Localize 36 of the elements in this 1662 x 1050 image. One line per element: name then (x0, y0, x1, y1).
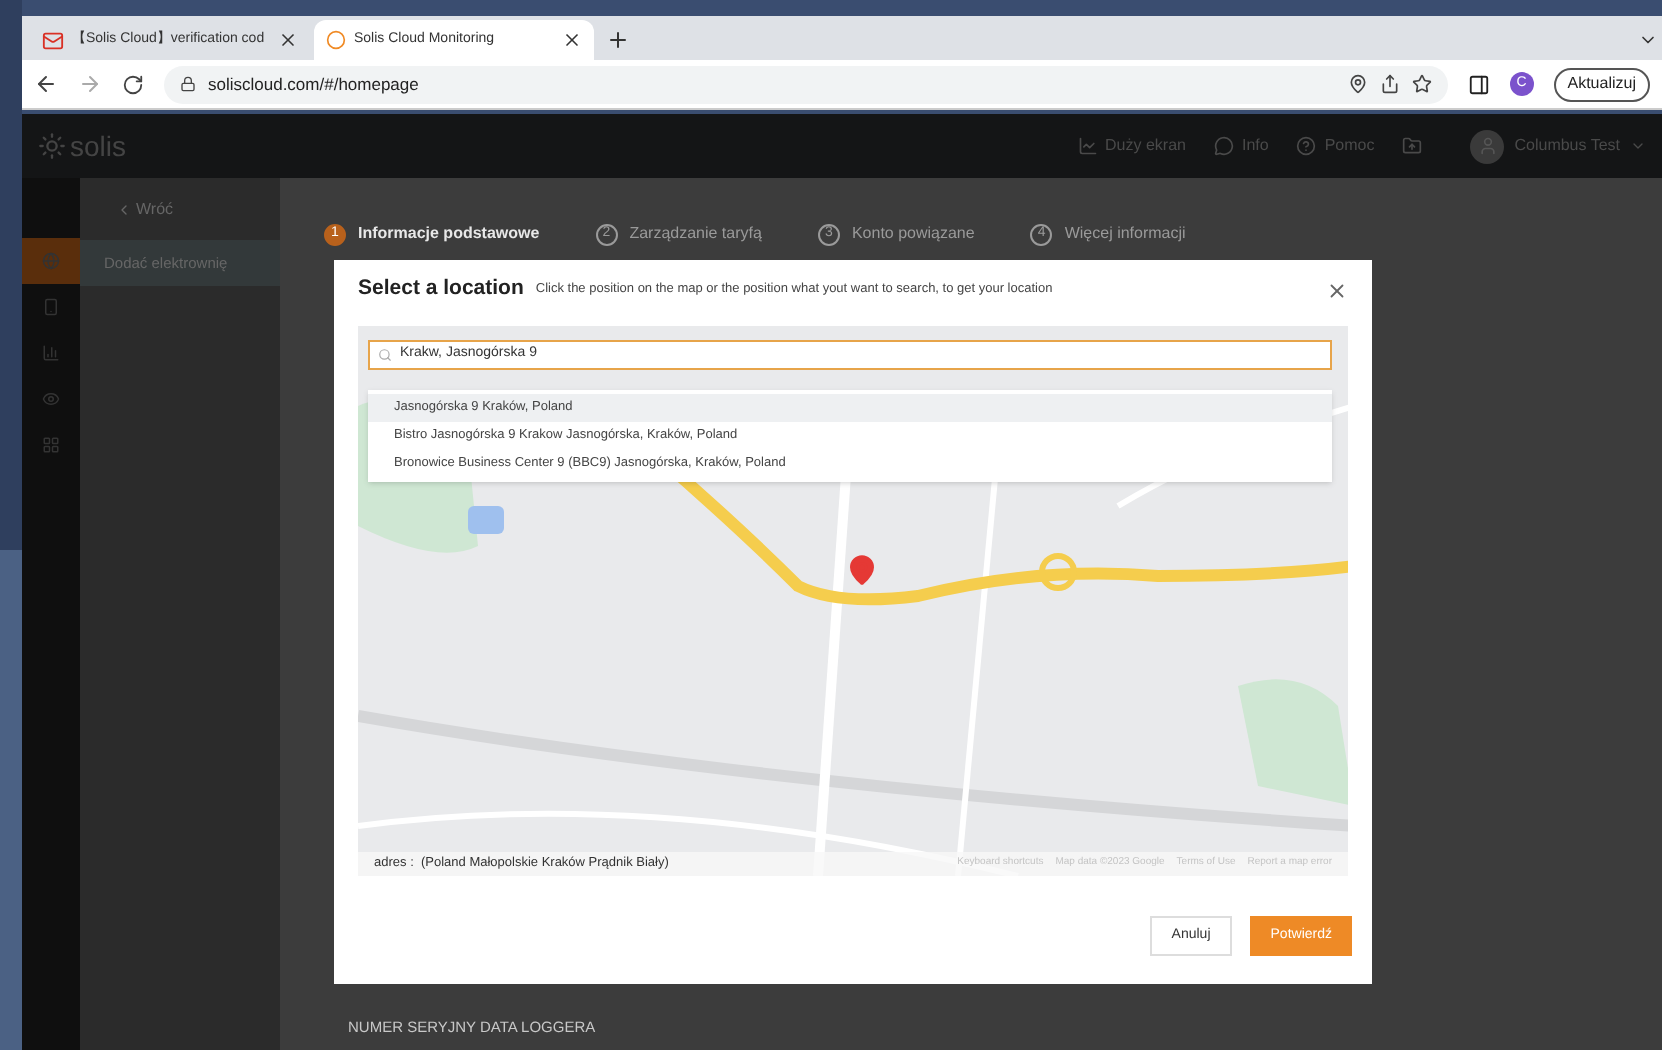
update-button[interactable]: Aktualizuj (1553, 67, 1650, 101)
close-icon[interactable] (1326, 279, 1348, 301)
chevron-left-icon (116, 202, 132, 218)
close-icon[interactable] (278, 30, 298, 50)
new-tab-icon[interactable] (606, 28, 630, 52)
location-icon[interactable] (1347, 74, 1368, 94)
dialog-title: Select a location (358, 274, 524, 305)
step-label: Konto powiązane (851, 222, 975, 246)
lock-icon (180, 76, 196, 92)
globe-icon (42, 252, 60, 270)
back-icon[interactable] (34, 72, 58, 96)
step-label: Zarządzanie taryfą (629, 222, 762, 246)
roundabout (1039, 553, 1077, 591)
url-text: soliscloud.com/#/homepage (208, 71, 421, 97)
side-panel-icon[interactable] (1467, 73, 1490, 95)
grid-icon (42, 436, 60, 454)
park-area (1238, 679, 1348, 806)
close-icon[interactable] (562, 30, 582, 50)
logo-icon (38, 132, 66, 160)
site-icon (326, 30, 346, 50)
step-label: Informacje podstawowe (358, 222, 540, 246)
mail-icon (42, 29, 64, 51)
help-icon (1296, 136, 1317, 156)
step-label: Więcej informacji (1064, 222, 1186, 246)
map-pin-icon (846, 554, 878, 586)
pond (468, 506, 504, 534)
chart-icon (1077, 136, 1098, 156)
address-bar[interactable]: soliscloud.com/#/homepage (164, 65, 1448, 103)
star-icon[interactable] (1411, 74, 1432, 94)
bar-chart-icon (42, 344, 60, 362)
eye-icon (42, 390, 60, 408)
search-icon (378, 348, 392, 362)
chat-icon (1213, 136, 1234, 156)
reload-icon[interactable] (122, 73, 144, 95)
share-icon[interactable] (1379, 74, 1400, 94)
phone-icon (42, 298, 60, 316)
